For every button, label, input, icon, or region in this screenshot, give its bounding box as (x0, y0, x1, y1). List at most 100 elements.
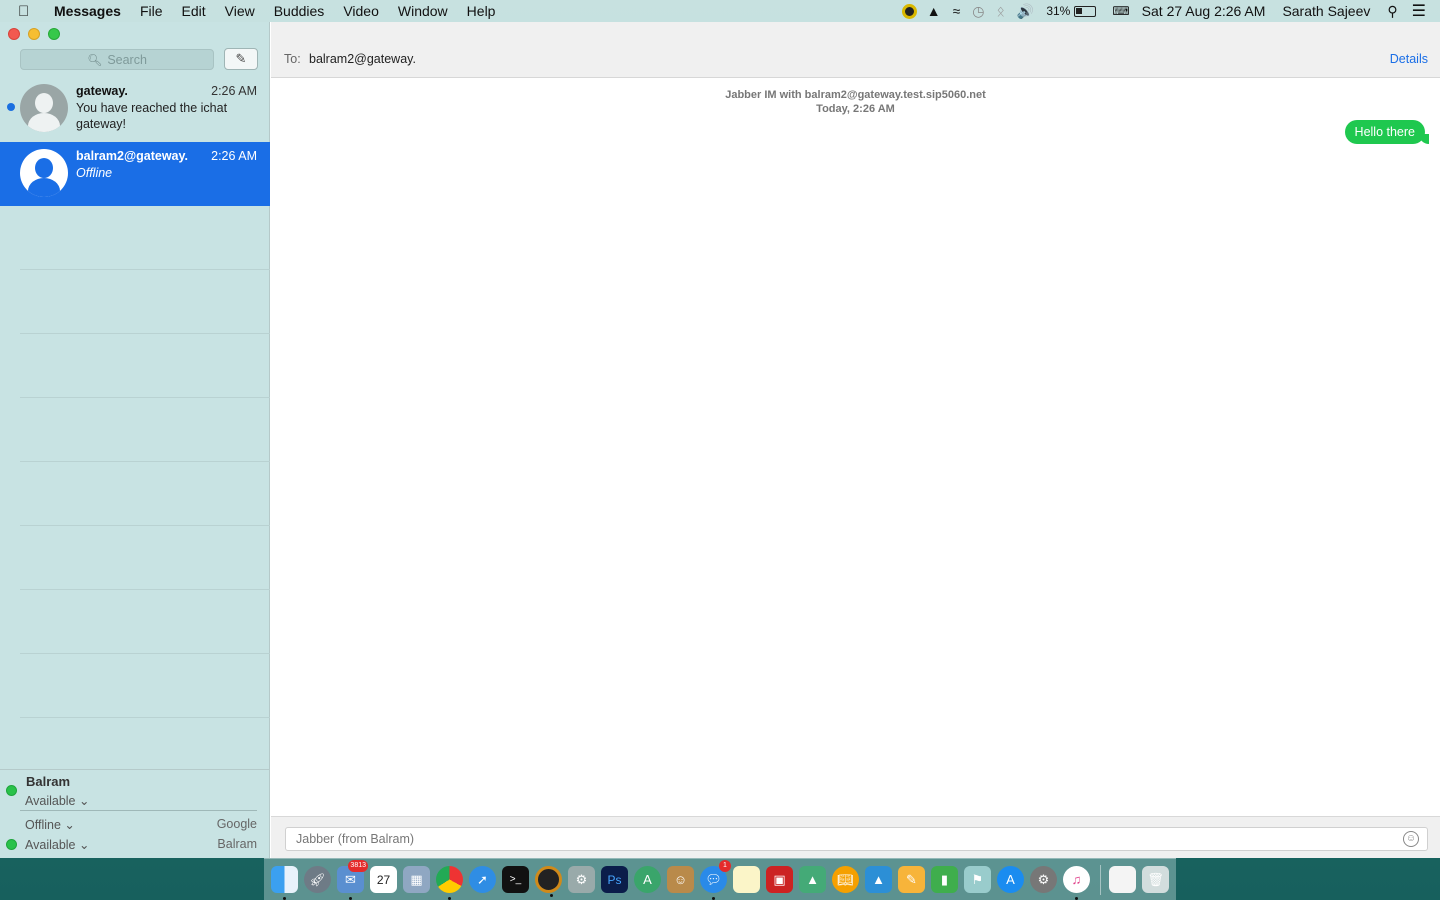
numbers-icon[interactable]: ▮ (931, 866, 958, 893)
notification-center-icon[interactable]: ☰ (1412, 1, 1426, 21)
google-status-select[interactable]: Offline ⌄ (25, 817, 75, 832)
conversation-preview: Offline (76, 166, 113, 180)
account-status-select[interactable]: Available ⌄ (25, 793, 89, 808)
chat-service-info: Jabber IM with balram2@gateway.test.sip5… (725, 89, 986, 101)
emoji-icon[interactable]: ☺ (1403, 831, 1419, 847)
list-divider (20, 397, 270, 398)
vox-player-icon[interactable] (535, 866, 562, 897)
window-controls (8, 28, 60, 40)
trash-icon[interactable]: 🗑︎ (1142, 866, 1169, 893)
input-source-icon[interactable]: ⌨ (1112, 4, 1129, 18)
chat-pane: To: balram2@gateway. Details Jabber IM w… (271, 22, 1440, 858)
calendar-day: 27 (376, 872, 391, 887)
chat-timestamp: Today, 2:26 AM (816, 103, 895, 115)
messages-badge: 1 (719, 860, 731, 872)
apple-menu-icon[interactable]:  (18, 3, 38, 20)
details-button[interactable]: Details (1390, 52, 1428, 66)
system-preferences-icon[interactable]: ⚙ (1030, 866, 1057, 893)
conversation-name: balram2@gateway. (76, 149, 189, 163)
itunes-icon[interactable]: ♫ (1063, 866, 1090, 900)
recipient-field[interactable]: balram2@gateway. (309, 52, 416, 66)
finder-icon[interactable] (271, 866, 298, 900)
drive-icon[interactable]: ▲ (927, 3, 941, 19)
record-status-icon[interactable] (901, 3, 917, 19)
terminal-icon[interactable]: >_ (502, 866, 529, 893)
search-icon: 🔍︎ (87, 52, 103, 67)
android-studio-icon[interactable]: A (634, 866, 661, 893)
volume-icon[interactable]: 🔊 (1017, 3, 1034, 20)
minimize-window-button[interactable] (28, 28, 40, 40)
spotlight-search-icon[interactable]: ⚲ (1387, 3, 1397, 20)
chat-info: Jabber IM with balram2@gateway.test.sip5… (271, 88, 1440, 116)
google-service-label: Google (216, 817, 257, 831)
system-utility-icon[interactable]: ⚙ (568, 866, 595, 893)
zoom-window-button[interactable] (48, 28, 60, 40)
balram-status-select[interactable]: Available ⌄ (25, 837, 89, 852)
conversation-item[interactable]: gateway. 2:26 AM You have reached the ic… (0, 77, 270, 141)
photoshop-icon[interactable]: Ps (601, 866, 628, 893)
mail-badge: 3813 (348, 860, 368, 872)
calendar-icon[interactable]: 27 (370, 866, 397, 893)
messages-window: 🔍︎ Search ✎ gateway. 2:26 AM You have re… (0, 22, 1440, 858)
photo-booth-icon[interactable]: ▣ (766, 866, 793, 893)
list-divider (20, 525, 270, 526)
conversation-time: 2:26 AM (211, 149, 257, 163)
dock-divider (1100, 864, 1101, 895)
list-divider (20, 717, 270, 718)
app-store-icon[interactable]: A (997, 866, 1024, 893)
menu-edit[interactable]: Edit (182, 3, 206, 19)
time-machine-icon[interactable]: ◷ (972, 3, 984, 20)
notes-icon[interactable] (733, 866, 760, 893)
account-name: Balram (26, 774, 71, 789)
sidebar: 🔍︎ Search ✎ gateway. 2:26 AM You have re… (0, 22, 270, 858)
conversation-name: gateway. (76, 84, 128, 98)
menubar-clock[interactable]: Sat 27 Aug 2:26 AM (1142, 3, 1266, 19)
document-stack-icon[interactable] (1109, 866, 1136, 893)
conversation-item-selected[interactable]: balram2@gateway. 2:26 AM Offline (0, 142, 270, 206)
menu-window[interactable]: Window (398, 3, 448, 19)
conversation-time: 2:26 AM (211, 84, 257, 98)
menu-video[interactable]: Video (343, 3, 379, 19)
ibooks-icon[interactable]: 📖︎ (832, 866, 859, 893)
image-capture-icon[interactable]: ▲ (799, 866, 826, 893)
close-window-button[interactable] (8, 28, 20, 40)
search-input[interactable]: 🔍︎ Search (20, 49, 214, 70)
status-area: ▲ ≈ ◷ ᛟ 🔊 31% ⌨ Sat 27 Aug 2:26 AM Sarat… (901, 0, 1440, 22)
account-divider (20, 810, 257, 811)
bluetooth-icon[interactable]: ᛟ (996, 3, 1004, 19)
menu-app-name[interactable]: Messages (54, 3, 121, 19)
status-available-icon (6, 839, 17, 850)
avatar (20, 149, 68, 197)
avatar (20, 84, 68, 132)
maps-icon[interactable]: ⚑ (964, 866, 991, 893)
menu-view[interactable]: View (225, 3, 255, 19)
list-divider (20, 461, 270, 462)
chrome-icon[interactable] (436, 866, 463, 900)
contacts-icon[interactable]: ☺ (667, 866, 694, 893)
battery-icon[interactable] (1074, 5, 1097, 17)
message-input-placeholder: Jabber (from Balram) (296, 832, 415, 846)
compose-icon: ✎ (235, 51, 247, 66)
menubar-user[interactable]: Sarath Sajeev (1282, 3, 1370, 19)
message-input[interactable]: Jabber (from Balram) ☺ (285, 827, 1428, 851)
safari-icon[interactable]: ➚ (469, 866, 496, 893)
battery-percent[interactable]: 31% (1046, 4, 1070, 18)
preview-icon[interactable]: ▦ (403, 866, 430, 893)
pages-icon[interactable]: ✎ (898, 866, 925, 893)
list-divider (20, 333, 270, 334)
menu-help[interactable]: Help (467, 3, 496, 19)
keynote-icon[interactable]: ▲ (865, 866, 892, 893)
menu-file[interactable]: File (140, 3, 163, 19)
mail-icon[interactable]: ✉ 3813 (337, 860, 368, 900)
status-available-icon (6, 785, 17, 796)
compose-button[interactable]: ✎ (224, 48, 258, 70)
sent-message-bubble[interactable]: Hello there (1344, 120, 1430, 144)
search-placeholder: Search (107, 52, 147, 67)
wifi-icon[interactable]: ≈ (953, 3, 961, 19)
to-label: To: (284, 52, 301, 66)
chat-header: To: balram2@gateway. Details (271, 22, 1440, 78)
messages-icon[interactable]: 💬︎ 1 (700, 860, 731, 900)
launchpad-icon[interactable]: 🚀︎ (304, 866, 331, 893)
menu-buddies[interactable]: Buddies (274, 3, 325, 19)
unread-dot-icon (7, 103, 15, 111)
